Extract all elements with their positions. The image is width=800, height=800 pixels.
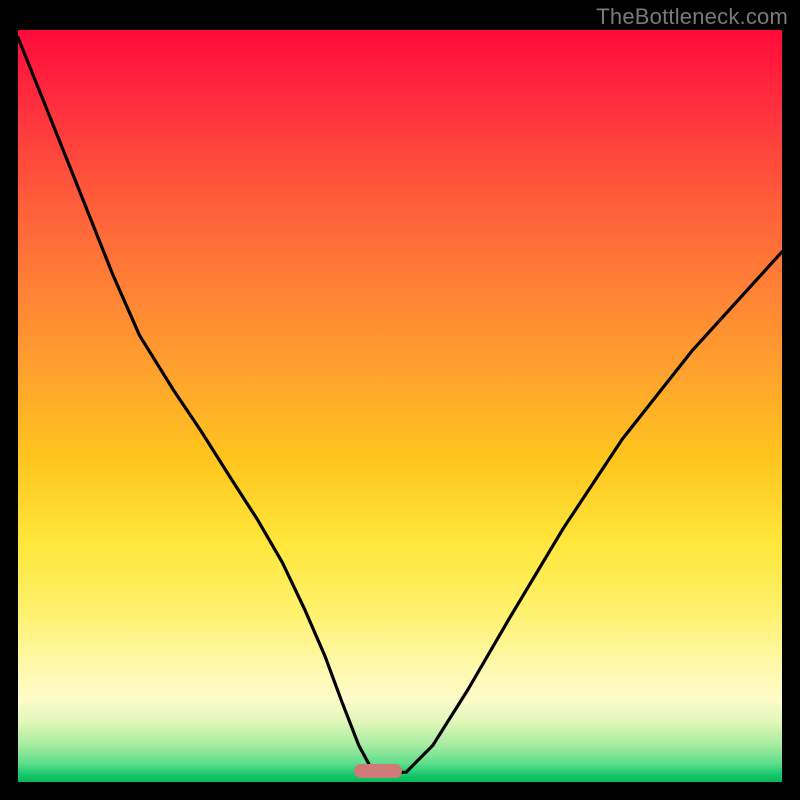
curve-path bbox=[18, 38, 782, 774]
bottleneck-curve bbox=[18, 30, 782, 782]
optimal-range-marker bbox=[354, 764, 402, 778]
watermark-text: TheBottleneck.com bbox=[596, 4, 788, 30]
plot-area bbox=[18, 30, 782, 782]
chart-frame: TheBottleneck.com bbox=[0, 0, 800, 800]
